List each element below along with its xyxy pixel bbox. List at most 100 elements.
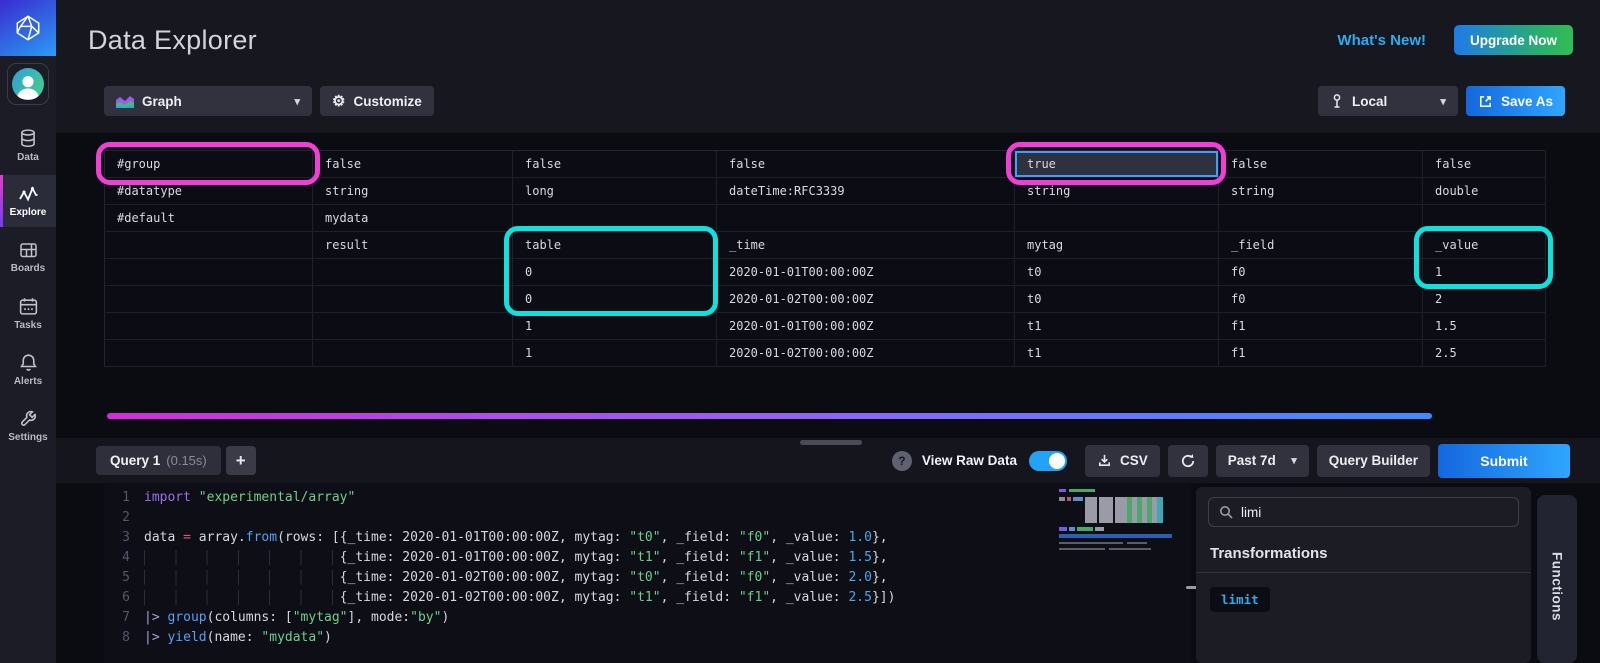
visualization-type-label: Graph — [142, 93, 182, 109]
scope-label: Local — [1351, 93, 1388, 109]
user-avatar-button[interactable] — [7, 63, 49, 105]
toolbar: Graph ▾ ⚙ Customize Local ▾ Save As — [56, 80, 1600, 116]
customize-label: Customize — [353, 93, 422, 109]
sidebar-item-label: Explore — [9, 207, 47, 218]
code-line[interactable]: 3 data = array.from(rows: [{_time: 2020-0… — [104, 528, 1191, 548]
code-line[interactable]: 1 import "experimental/array" — [104, 488, 1191, 508]
line-number: 1 — [122, 490, 130, 505]
line-number: 5 — [122, 570, 130, 585]
add-query-button[interactable]: + — [225, 446, 256, 475]
table-cell: t0 — [1015, 259, 1219, 286]
sidebar-item-explore[interactable]: Explore — [0, 175, 56, 227]
table-cell: f0 — [1219, 286, 1423, 313]
functions-side-tab[interactable]: Functions — [1537, 495, 1577, 663]
table-cell: false — [1423, 151, 1546, 178]
sidebar-nav: Data Explore Boards Tasks Alerts Setting… — [0, 115, 56, 451]
table-cell: _time — [717, 232, 1015, 259]
editor-minimap[interactable] — [1057, 487, 1185, 597]
table-cell — [313, 286, 513, 313]
query-tab-label: Query 1 — [110, 453, 161, 468]
sidebar-item-data[interactable]: Data — [0, 119, 56, 171]
refresh-icon — [1181, 453, 1194, 467]
sidebar-item-label: Alerts — [13, 375, 43, 387]
bell-icon — [19, 353, 37, 371]
query-bar: Query 1 (0.15s) + ? View Raw Data CSV Pa… — [56, 438, 1600, 483]
code-line[interactable]: 6 {_time: 2020-01-02T00:00:00Z, mytag: "… — [104, 588, 1191, 608]
table-cell: f0 — [1219, 259, 1423, 286]
export-icon — [1480, 95, 1491, 107]
view-raw-data-toggle[interactable] — [1028, 450, 1067, 471]
time-range-label: Past 7d — [1227, 453, 1276, 468]
active-indicator — [0, 175, 3, 227]
table-cell: 2020-01-01T00:00:00Z — [717, 313, 1015, 340]
line-number: 7 — [122, 610, 130, 625]
sidebar-item-label: Settings — [8, 431, 48, 443]
influxdb-cube-icon — [16, 15, 40, 41]
refresh-button[interactable] — [1167, 444, 1208, 477]
functions-panel: Transformations limit — [1196, 487, 1531, 663]
toggle-knob — [1048, 452, 1065, 469]
boards-grid-icon — [19, 243, 37, 258]
visualization-type-dropdown[interactable]: Graph ▾ — [104, 86, 312, 116]
whats-new-link[interactable]: What's New! — [1337, 32, 1426, 49]
table-cell: table — [513, 232, 717, 259]
code-line[interactable]: 2 — [104, 508, 1191, 528]
code-line[interactable]: 4 {_time: 2020-01-01T00:00:00Z, mytag: "… — [104, 548, 1191, 568]
line-number: 4 — [122, 550, 130, 565]
code-line[interactable]: 8 |> yield(name: "mydata") — [104, 628, 1191, 648]
query-tab-duration: (0.15s) — [166, 453, 207, 468]
sidebar-item-settings[interactable]: Settings — [0, 399, 56, 451]
pin-icon — [1333, 94, 1341, 108]
functions-search-input[interactable] — [1241, 504, 1508, 520]
time-range-dropdown[interactable]: Past 7d ▾ — [1215, 444, 1309, 477]
table-cell — [1015, 205, 1219, 232]
table-cell: #group — [105, 151, 313, 178]
code-line[interactable]: 5 {_time: 2020-01-02T00:00:00Z, mytag: "… — [104, 568, 1191, 588]
query-tab[interactable]: Query 1 (0.15s) — [96, 446, 221, 475]
table-cell — [313, 313, 513, 340]
line-number: 6 — [122, 590, 130, 605]
area-chart-icon — [116, 96, 134, 108]
submit-button[interactable]: Submit — [1438, 443, 1570, 478]
table-cell: long — [513, 178, 717, 205]
view-raw-data-label: View Raw Data — [921, 453, 1017, 468]
table-cell: string — [1015, 178, 1219, 205]
table-cell: #default — [105, 205, 313, 232]
table-cell: f1 — [1219, 313, 1423, 340]
data-explorer-app: Data Explore Boards Tasks Alerts Setting… — [0, 0, 1600, 663]
table-cell — [313, 259, 513, 286]
table-cell: false — [313, 151, 513, 178]
table-cell: dateTime:RFC3339 — [717, 178, 1015, 205]
table-cell: 2020-01-02T00:00:00Z — [717, 286, 1015, 313]
csv-download-button[interactable]: CSV — [1084, 444, 1160, 477]
influxdb-logo[interactable] — [0, 0, 56, 56]
table-cell: 2.5 — [1423, 340, 1546, 367]
table-cell — [105, 340, 313, 367]
line-number: 8 — [122, 630, 130, 645]
table-cell: 1 — [513, 313, 717, 340]
upgrade-now-button[interactable]: Upgrade Now — [1453, 25, 1573, 55]
table-cell: string — [313, 178, 513, 205]
table-cell: _field — [1219, 232, 1423, 259]
table-cell: 0 — [513, 259, 717, 286]
help-icon[interactable]: ? — [891, 450, 912, 471]
sidebar-item-boards[interactable]: Boards — [0, 231, 56, 283]
function-item-limit[interactable]: limit — [1210, 587, 1270, 612]
sidebar-item-tasks[interactable]: Tasks — [0, 287, 56, 339]
sidebar-item-alerts[interactable]: Alerts — [0, 343, 56, 395]
table-cell: _value — [1423, 232, 1546, 259]
query-builder-button[interactable]: Query Builder — [1316, 444, 1430, 477]
table-cell: 1 — [1423, 259, 1546, 286]
horizontal-scrollbar[interactable] — [800, 440, 862, 445]
flux-code-editor[interactable]: 1 import "experimental/array" 2 3 data = arr… — [104, 483, 1191, 663]
table-cell: true — [1015, 151, 1219, 178]
table-cell — [105, 313, 313, 340]
functions-search[interactable] — [1208, 497, 1519, 527]
explore-graph-icon — [18, 186, 37, 202]
save-as-button[interactable]: Save As — [1465, 86, 1565, 116]
code-line[interactable]: 7 |> group(columns: ["mytag"], mode:"by") — [104, 608, 1191, 628]
functions-section-heading: Transformations — [1210, 545, 1328, 562]
customize-button[interactable]: ⚙ Customize — [320, 86, 434, 116]
scope-dropdown[interactable]: Local ▾ — [1317, 86, 1458, 116]
table-cell: t1 — [1015, 340, 1219, 367]
